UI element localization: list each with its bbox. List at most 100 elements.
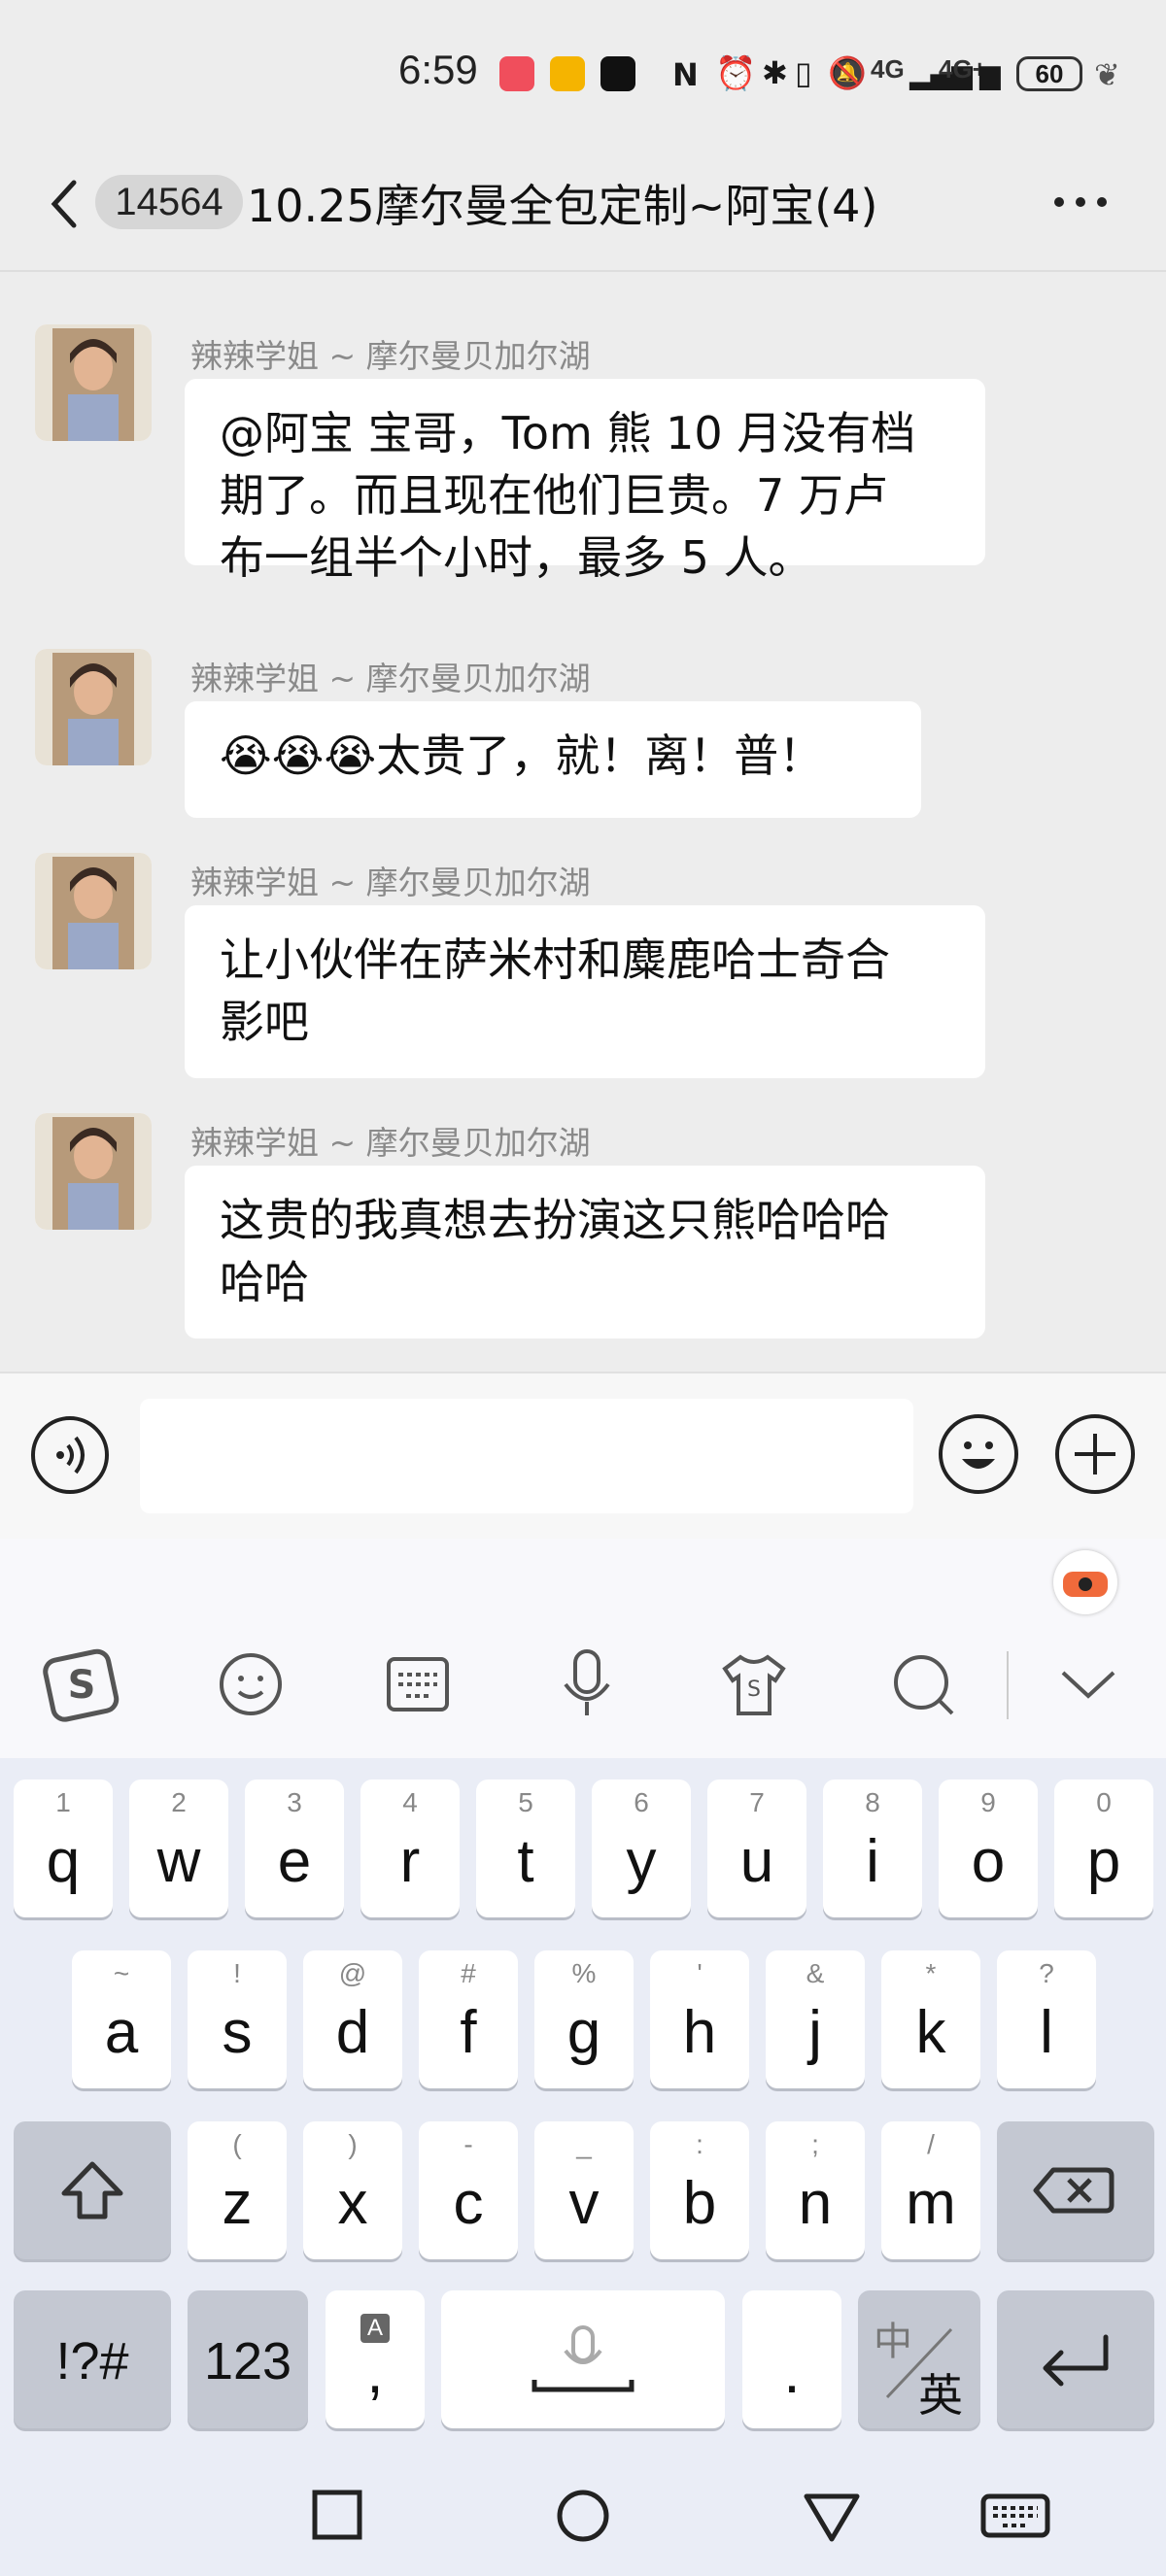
svg-text:S: S	[68, 1663, 96, 1708]
message-bubble[interactable]: 让小伙伴在萨米村和麋鹿哈士奇合 影吧	[185, 905, 985, 1078]
emoji-icon	[962, 1441, 995, 1469]
key-m[interactable]: / m	[881, 2121, 980, 2259]
weibo-icon	[550, 56, 585, 91]
signal-icon-2: ▆	[979, 58, 1001, 90]
key-y[interactable]: 6y	[592, 1779, 691, 1917]
leaf-icon: ❦	[1094, 56, 1120, 93]
key-l[interactable]: ? l	[997, 1950, 1096, 2088]
nfc-icon: N	[672, 56, 699, 93]
back-triangle-icon	[804, 2493, 860, 2542]
enter-key[interactable]	[997, 2290, 1154, 2428]
recents-square-icon	[312, 2490, 362, 2540]
sender-name: 辣辣学姐 ~ 摩尔曼贝加尔湖	[190, 337, 591, 375]
home-button[interactable]	[544, 2487, 622, 2559]
home-circle-icon	[557, 2490, 609, 2542]
keyboard-switch-button[interactable]	[977, 2487, 1055, 2559]
avatar[interactable]	[35, 324, 152, 441]
shift-icon	[61, 2161, 123, 2220]
message-input[interactable]	[140, 1399, 913, 1513]
recents-button[interactable]	[297, 2487, 375, 2559]
key-t[interactable]: 5t	[476, 1779, 575, 1917]
key-a[interactable]: ~ a	[72, 1950, 171, 2088]
chat-title: 10.25摩尔曼全包定制~阿宝(4)	[247, 180, 878, 232]
key-z[interactable]: (z	[188, 2121, 287, 2259]
backspace-icon	[1033, 2167, 1115, 2214]
more-horizontal-icon	[1054, 197, 1107, 207]
voice-input-button[interactable]	[31, 1416, 109, 1494]
microphone-icon[interactable]	[548, 1645, 626, 1723]
key-p[interactable]: 0p	[1054, 1779, 1153, 1917]
key-d[interactable]: @ d	[303, 1950, 402, 2088]
back-button[interactable]	[45, 175, 84, 247]
search-icon[interactable]	[884, 1645, 962, 1723]
chevron-left-icon	[51, 180, 77, 228]
key-k[interactable]: * k	[881, 1950, 980, 2088]
app-notification-icon	[499, 56, 534, 91]
skin-shirt-icon[interactable]: S	[715, 1645, 793, 1723]
message-line: 这贵的我真想去扮演这只熊哈哈哈	[220, 1194, 890, 1246]
enter-icon	[1043, 2334, 1109, 2387]
message-bubble[interactable]: @阿宝 宝哥，Tom 熊 10 月没有档 期了。而且现在他们巨贵。7 万卢 布一…	[185, 379, 985, 584]
nav-back-button[interactable]	[793, 2487, 871, 2559]
collapse-chevron-icon[interactable]	[1049, 1645, 1127, 1723]
emoji-button[interactable]	[939, 1414, 1018, 1494]
emoji-icon[interactable]	[212, 1645, 290, 1723]
key-g[interactable]: % g	[534, 1950, 634, 2088]
key-o[interactable]: 9o	[939, 1779, 1038, 1917]
avatar[interactable]	[35, 1113, 152, 1230]
key-r[interactable]: 4r	[360, 1779, 460, 1917]
unread-count-badge[interactable]: 14564	[95, 175, 243, 229]
key-b[interactable]: :b	[650, 2121, 749, 2259]
message-bubble[interactable]: 这贵的我真想去扮演这只熊哈哈哈 哈哈	[185, 1166, 985, 1339]
key-w[interactable]: 2w	[129, 1779, 228, 1917]
key-u[interactable]: 7u	[707, 1779, 806, 1917]
key-q[interactable]: 1q	[14, 1779, 113, 1917]
key-n[interactable]: ; n	[766, 2121, 865, 2259]
period-key[interactable]: .	[742, 2290, 841, 2428]
vibrate-icon: ▯	[795, 54, 812, 91]
status-time: 6:59	[398, 47, 478, 92]
plus-button[interactable]	[1055, 1414, 1135, 1494]
key-v[interactable]: _ v	[534, 2121, 634, 2259]
avatar[interactable]	[35, 853, 152, 969]
voice-input-icon	[56, 1436, 85, 1474]
key-j[interactable]: & j	[766, 1950, 865, 2088]
space-mic-icon	[532, 2325, 634, 2392]
battery-indicator: 60	[1016, 56, 1082, 91]
status-bar: 6:59 N ⏰ ✱ ▯ 🔕 4G ▂▄▆ 4G+ ▆ 60 ❦	[0, 0, 1166, 155]
message-bubble[interactable]: 😭😭😭太贵了，就！离！普！	[185, 701, 921, 818]
space-key[interactable]	[441, 2290, 725, 2428]
avatar[interactable]	[35, 649, 152, 765]
backspace-key[interactable]	[997, 2121, 1154, 2259]
alarm-icon: ⏰	[715, 54, 757, 93]
sender-name: 辣辣学姐 ~ 摩尔曼贝加尔湖	[190, 1124, 591, 1162]
header-divider	[0, 270, 1166, 272]
message-line: 影吧	[220, 996, 309, 1048]
toolbar-divider	[1007, 1651, 1009, 1719]
message-line: 布一组半个小时，最多 5 人。	[220, 531, 813, 584]
key-x[interactable]: ) x	[303, 2121, 402, 2259]
key-i[interactable]: 8i	[823, 1779, 922, 1917]
keyboard-icon[interactable]	[379, 1645, 457, 1723]
mute-icon: 🔕	[828, 54, 867, 91]
message-line: 哈哈	[220, 1256, 309, 1308]
comma-key[interactable]: A ,	[326, 2290, 425, 2428]
keyboard-mascot-icon[interactable]	[1053, 1550, 1117, 1614]
key-h[interactable]: ' h	[650, 1950, 749, 2088]
key-e[interactable]: 3e	[245, 1779, 344, 1917]
message-line: 😭😭😭太贵了，就！离！普！	[220, 729, 824, 782]
numbers-key[interactable]: 123	[188, 2290, 308, 2428]
key-f[interactable]: # f	[419, 1950, 518, 2088]
key-c[interactable]: -c	[419, 2121, 518, 2259]
network-label: 4G	[871, 54, 905, 84]
language-switch-key[interactable]: 中 英	[858, 2290, 980, 2428]
key-s[interactable]: ! s	[188, 1950, 287, 2088]
shift-key[interactable]	[14, 2121, 171, 2259]
sender-name: 辣辣学姐 ~ 摩尔曼贝加尔湖	[190, 864, 591, 901]
more-button[interactable]	[1051, 165, 1110, 234]
symbols-key[interactable]: !?#	[14, 2290, 171, 2428]
svg-text:S: S	[747, 1678, 761, 1702]
sogou-logo-icon[interactable]: S	[43, 1645, 120, 1723]
sender-name: 辣辣学姐 ~ 摩尔曼贝加尔湖	[190, 660, 591, 697]
message-line: 期了。而且现在他们巨贵。7 万卢	[220, 469, 888, 522]
